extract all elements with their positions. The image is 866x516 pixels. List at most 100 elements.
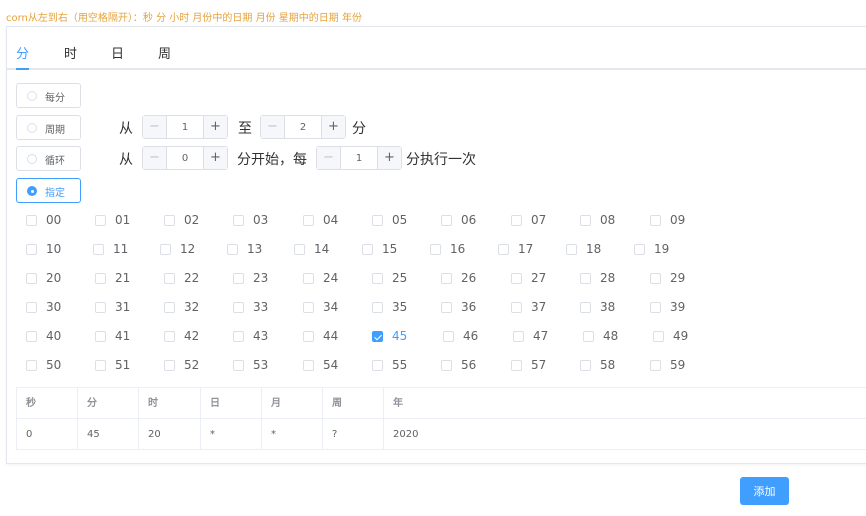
checkbox-icon (93, 244, 104, 255)
checkbox-icon (441, 360, 452, 371)
active-tab-indicator (16, 68, 29, 70)
period-to-input[interactable] (285, 116, 321, 138)
checkbox-icon (650, 215, 661, 226)
minute-label: 04 (323, 213, 339, 227)
minute-label: 33 (253, 300, 269, 314)
loop-step-stepper: − + (316, 146, 402, 170)
decrement-button[interactable]: − (261, 116, 285, 138)
period-from-input[interactable] (167, 116, 203, 138)
table-header-cell: 日 (201, 388, 262, 419)
loop-start-input[interactable] (167, 147, 203, 169)
checkbox-icon (26, 215, 37, 226)
checkbox-icon (580, 302, 591, 313)
minute-label: 30 (46, 300, 62, 314)
minute-label: 48 (603, 329, 619, 343)
tab-minute[interactable]: 分 (16, 43, 29, 62)
minute-label: 23 (253, 271, 269, 285)
checkbox-checked-icon (372, 331, 383, 342)
minute-label: 56 (461, 358, 477, 372)
minute-label: 19 (654, 242, 670, 256)
minute-label: 01 (115, 213, 131, 227)
radio-every-minute[interactable]: 每分 (16, 83, 81, 108)
checkbox-icon (372, 360, 383, 371)
checkbox-icon (95, 331, 106, 342)
minute-label: 42 (184, 329, 200, 343)
loop-step-input[interactable] (341, 147, 377, 169)
checkbox-icon (372, 302, 383, 313)
checkbox-icon (580, 215, 591, 226)
minute-label: 12 (180, 242, 196, 256)
checkbox-icon (566, 244, 577, 255)
minute-label: 34 (323, 300, 339, 314)
radio-circle-icon (27, 91, 37, 101)
increment-button[interactable]: + (203, 147, 227, 169)
period-unit-text: 分 (352, 121, 366, 137)
cron-result-table: 秒分时日月周年 0 45 20 * *? 2020 (16, 387, 866, 450)
radio-loop[interactable]: 循环 (16, 146, 81, 171)
add-button[interactable]: 添加 (740, 477, 789, 505)
checkbox-icon (164, 215, 175, 226)
minute-label: 45 (392, 329, 408, 343)
checkbox-icon (160, 244, 171, 255)
checkbox-icon (233, 331, 244, 342)
radio-specify[interactable]: 指定 (16, 178, 81, 203)
table-header-cell: 秒 (17, 388, 78, 419)
minute-label: 14 (314, 242, 330, 256)
minute-label: 35 (392, 300, 408, 314)
tab-day[interactable]: 日 (111, 43, 124, 62)
decrement-button[interactable]: − (143, 147, 167, 169)
minute-label: 50 (46, 358, 62, 372)
increment-button[interactable]: + (321, 116, 345, 138)
tab-bar: 分 时 日 周 (7, 27, 866, 70)
period-from-stepper: − + (142, 115, 228, 139)
minute-label: 26 (461, 271, 477, 285)
minute-label: 46 (463, 329, 479, 343)
minute-label: 05 (392, 213, 408, 227)
minute-label: 27 (531, 271, 547, 285)
checkbox-icon (164, 302, 175, 313)
checkbox-icon (443, 331, 454, 342)
checkbox-icon (26, 273, 37, 284)
loop-end-text: 分执行一次 (406, 152, 476, 168)
checkbox-icon (511, 273, 522, 284)
radio-circle-icon (27, 123, 37, 133)
checkbox-icon (650, 273, 661, 284)
radio-label: 指定 (45, 188, 65, 199)
minute-label: 00 (46, 213, 62, 227)
tab-hour[interactable]: 时 (64, 43, 77, 62)
minute-label: 18 (586, 242, 602, 256)
table-header-cell: 年 (384, 388, 866, 419)
minute-label: 15 (382, 242, 398, 256)
minute-label: 11 (113, 242, 129, 256)
increment-button[interactable]: + (203, 116, 227, 138)
tab-week[interactable]: 周 (158, 43, 171, 62)
table-cell: * (262, 419, 323, 450)
increment-button[interactable]: + (377, 147, 401, 169)
minute-label: 36 (461, 300, 477, 314)
minute-label: 44 (323, 329, 339, 343)
checkbox-icon (511, 302, 522, 313)
minute-label: 51 (115, 358, 131, 372)
checkbox-icon (430, 244, 441, 255)
decrement-button[interactable]: − (317, 147, 341, 169)
minute-label: 28 (600, 271, 616, 285)
checkbox-icon (441, 302, 452, 313)
checkbox-icon (650, 302, 661, 313)
radio-period[interactable]: 周期 (16, 115, 81, 140)
minute-label: 02 (184, 213, 200, 227)
table-header-cell: 时 (139, 388, 201, 419)
minute-label: 13 (247, 242, 263, 256)
minute-label: 17 (518, 242, 534, 256)
minute-label: 58 (600, 358, 616, 372)
table-cell: 0 (17, 419, 78, 450)
table-cell: ? (323, 419, 384, 450)
minute-label: 39 (670, 300, 686, 314)
checkbox-icon (303, 331, 314, 342)
table-cell: 2020 (384, 419, 866, 450)
minute-label: 43 (253, 329, 269, 343)
checkbox-icon (634, 244, 645, 255)
loop-from-text: 从 (119, 152, 133, 168)
minute-label: 37 (531, 300, 547, 314)
decrement-button[interactable]: − (143, 116, 167, 138)
loop-mid-text: 分开始，每 (237, 152, 307, 168)
